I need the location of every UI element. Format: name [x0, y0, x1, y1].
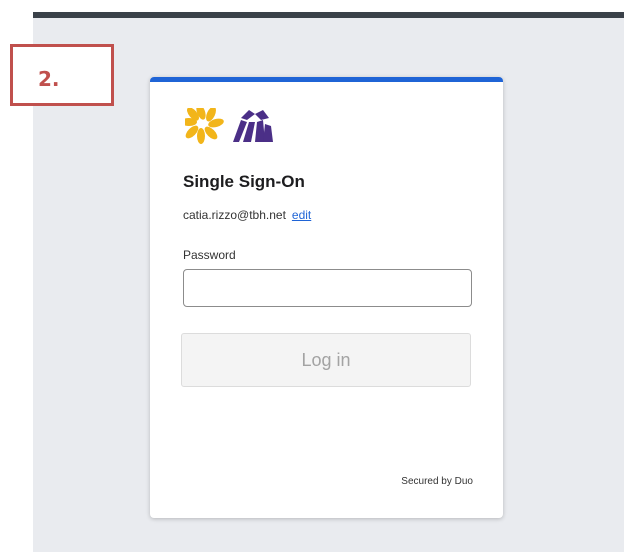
secured-by-duo: Secured by Duo [401, 476, 473, 487]
account-email: catia.rizzo@tbh.net [183, 208, 286, 222]
login-button[interactable]: Log in [181, 333, 471, 387]
edit-account-link[interactable]: edit [292, 208, 311, 222]
browser-top-bar [33, 12, 624, 18]
step-number: 2. [38, 67, 60, 91]
flower-logo-icon [185, 108, 273, 144]
login-card: Single Sign-On catia.rizzo@tbh.net edit P… [150, 77, 503, 518]
step-annotation-box [10, 44, 114, 106]
account-line: catia.rizzo@tbh.net edit [183, 208, 311, 222]
password-label: Password [183, 248, 236, 262]
card-accent-bar [150, 77, 503, 82]
page-title: Single Sign-On [183, 172, 305, 191]
password-input[interactable] [183, 269, 472, 307]
